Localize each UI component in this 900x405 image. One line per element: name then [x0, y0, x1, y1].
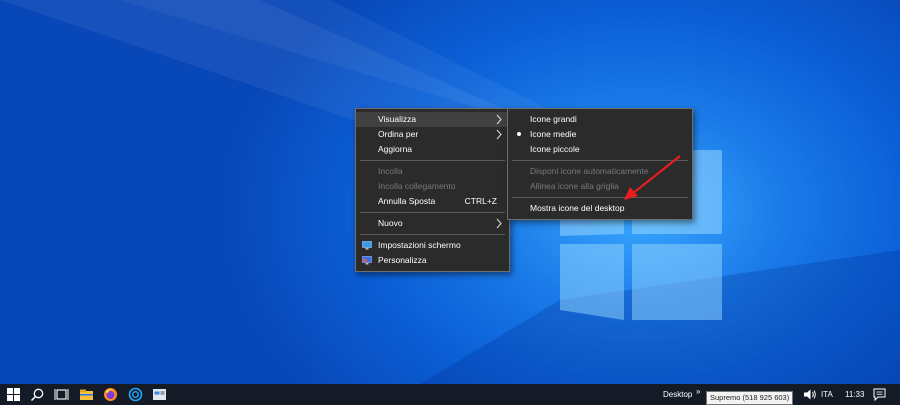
menu-item-label: Icone piccole: [530, 144, 580, 154]
menu-item-label: Personalizza: [378, 255, 427, 265]
submenu-item-disponi-icone[interactable]: Disponi icone automaticamente: [508, 164, 692, 179]
action-center-icon[interactable]: [872, 387, 887, 402]
submenu-item-mostra-icone-desktop[interactable]: Mostra icone del desktop: [508, 201, 692, 216]
menu-item-label: Annulla Sposta: [378, 196, 436, 206]
menu-separator: [512, 160, 688, 161]
menu-item-label: Aggiorna: [378, 144, 413, 154]
personalize-icon: [362, 256, 372, 265]
submenu-arrow-icon: [496, 218, 502, 229]
menu-item-label: Incolla collegamento: [378, 181, 456, 191]
menu-separator: [360, 234, 505, 235]
menu-item-label: Ordina per: [378, 129, 419, 139]
app-icon[interactable]: [128, 387, 143, 402]
chevron-up-icon[interactable]: »: [696, 387, 700, 396]
submenu-item-allinea-icone[interactable]: Allinea icone alla griglia: [508, 179, 692, 194]
menu-item-label: Icone medie: [530, 129, 577, 139]
submenu-item-icone-piccole[interactable]: Icone piccole: [508, 142, 692, 157]
submenu-item-icone-medie[interactable]: Icone medie: [508, 127, 692, 142]
menu-item-label: Visualizza: [378, 114, 417, 124]
menu-separator: [512, 197, 688, 198]
view-submenu: Icone grandi Icone medie Icone piccole D…: [507, 108, 693, 220]
menu-item-label: Icone grandi: [530, 114, 577, 124]
task-view-icon[interactable]: [54, 387, 69, 402]
menu-item-annulla-sposta[interactable]: Annulla Sposta CTRL+Z: [356, 194, 509, 209]
submenu-arrow-icon: [496, 129, 502, 140]
menu-item-aggiorna[interactable]: Aggiorna: [356, 142, 509, 157]
clock[interactable]: 11:33: [845, 390, 864, 399]
menu-item-visualizza[interactable]: Visualizza: [356, 112, 509, 127]
menu-item-label: Mostra icone del desktop: [530, 203, 625, 213]
menu-item-incolla[interactable]: Incolla: [356, 164, 509, 179]
submenu-item-icone-grandi[interactable]: Icone grandi: [508, 112, 692, 127]
tray-tooltip: Supremo (518 925 603): [706, 391, 794, 405]
menu-item-personalizza[interactable]: Personalizza: [356, 253, 509, 268]
menu-item-label: Nuovo: [378, 218, 403, 228]
menu-item-label: Allinea icone alla griglia: [530, 181, 619, 191]
submenu-arrow-icon: [496, 114, 502, 125]
desktop-toolbar-label[interactable]: Desktop: [663, 390, 692, 399]
file-explorer-icon[interactable]: [79, 387, 94, 402]
desktop-context-menu: Visualizza Ordina per Aggiorna Incolla I…: [355, 108, 510, 272]
volume-icon[interactable]: [802, 387, 817, 402]
menu-item-label: Incolla: [378, 166, 403, 176]
menu-item-ordina-per[interactable]: Ordina per: [356, 127, 509, 142]
firefox-icon[interactable]: [103, 387, 118, 402]
selected-bullet-icon: [517, 132, 521, 136]
menu-item-label: Disponi icone automaticamente: [530, 166, 649, 176]
display-settings-icon: [362, 241, 372, 250]
menu-item-nuovo[interactable]: Nuovo: [356, 216, 509, 231]
search-icon[interactable]: [30, 387, 45, 402]
start-icon[interactable]: [6, 387, 21, 402]
language-indicator[interactable]: ITA: [821, 390, 833, 399]
menu-item-impostazioni-schermo[interactable]: Impostazioni schermo: [356, 238, 509, 253]
menu-separator: [360, 160, 505, 161]
menu-item-label: Impostazioni schermo: [378, 240, 461, 250]
menu-item-shortcut: CTRL+Z: [464, 196, 497, 206]
menu-separator: [360, 212, 505, 213]
remote-app-icon[interactable]: [152, 387, 167, 402]
menu-item-incolla-collegamento[interactable]: Incolla collegamento: [356, 179, 509, 194]
